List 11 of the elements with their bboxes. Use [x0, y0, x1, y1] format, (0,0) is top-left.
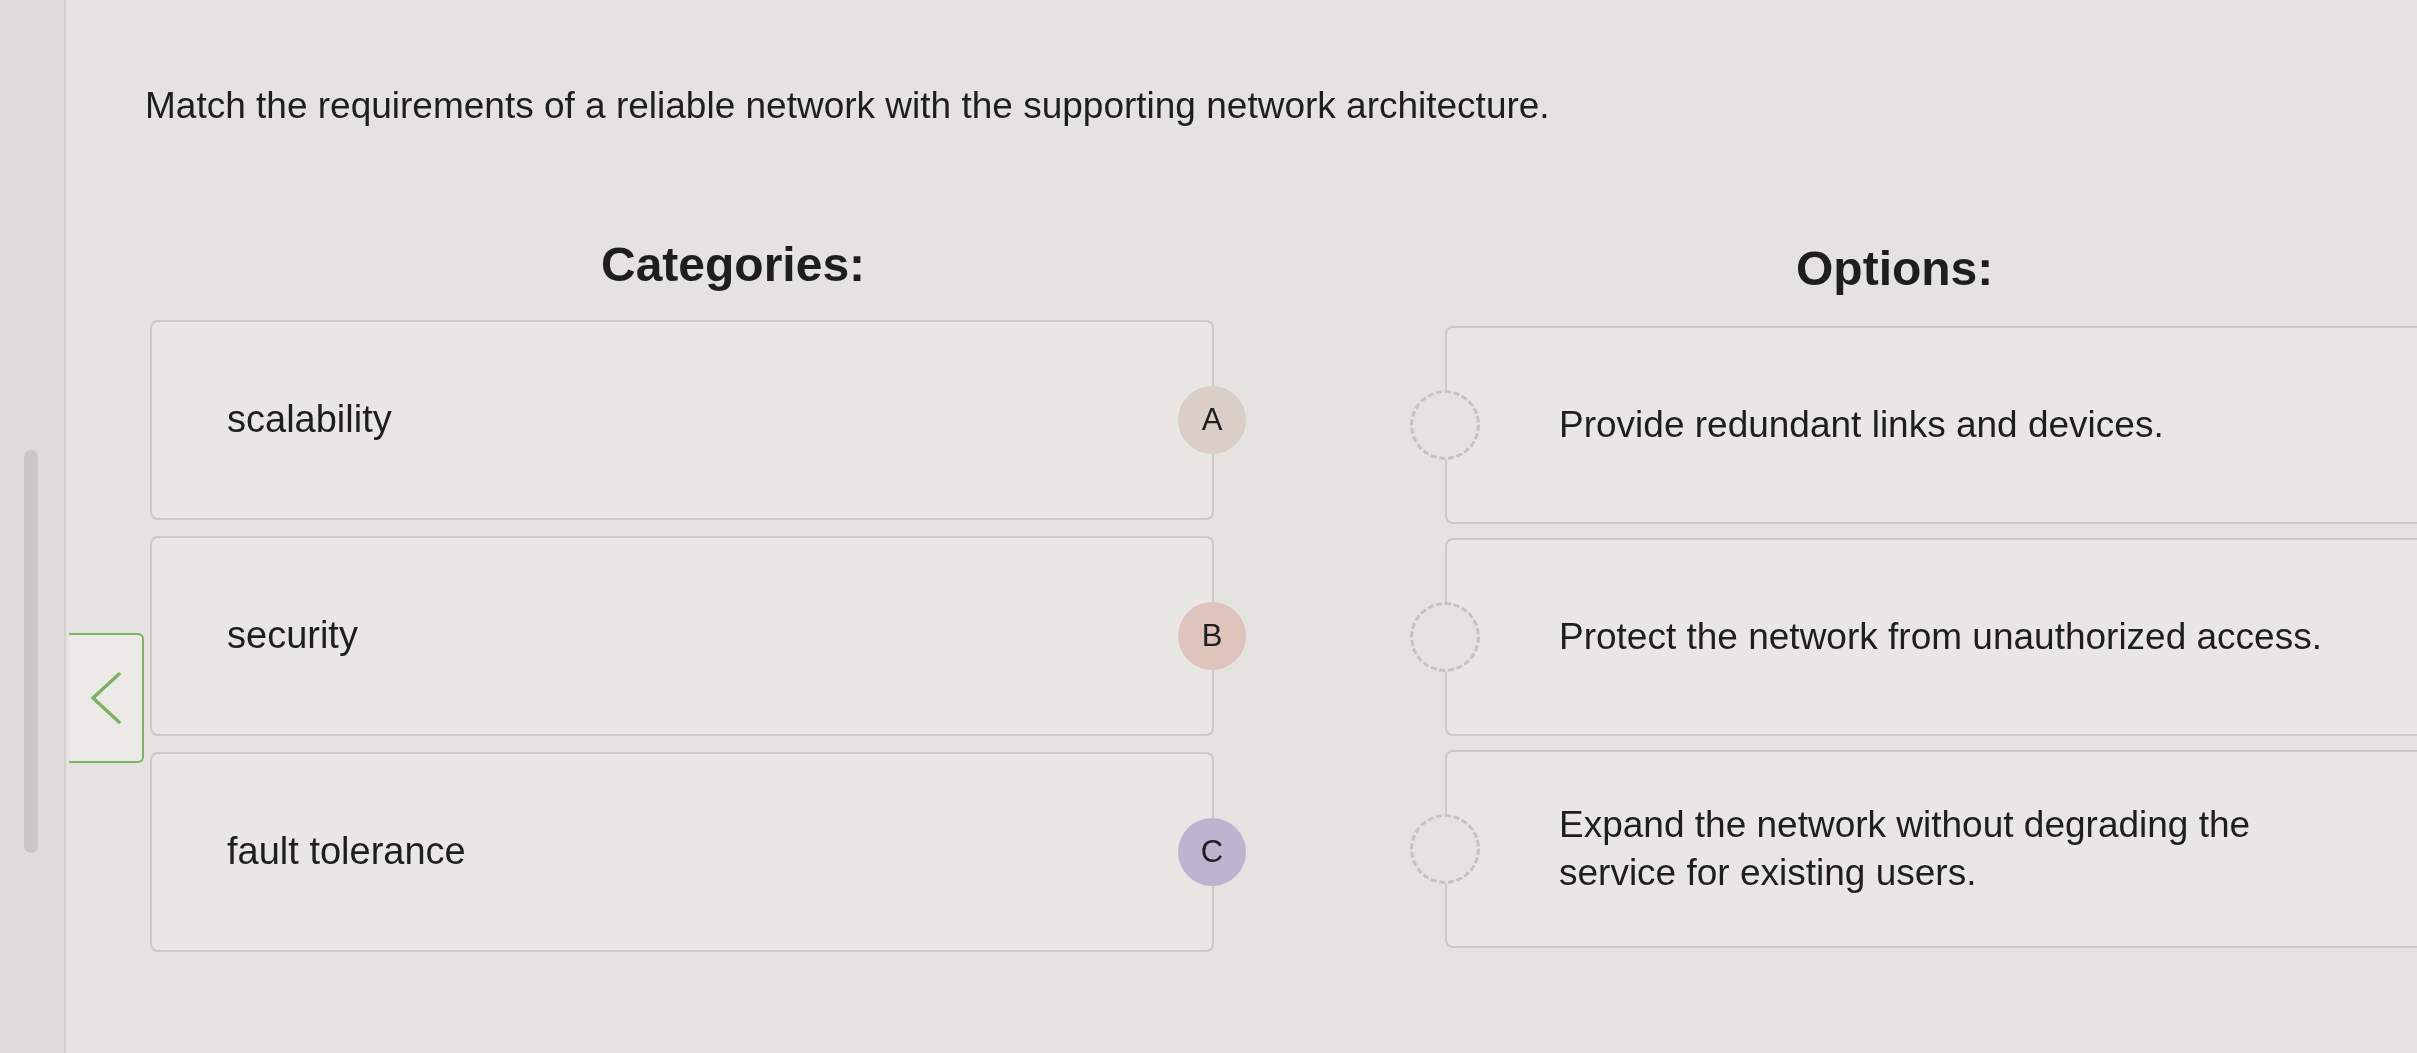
- category-label: scalability: [227, 397, 392, 443]
- option-text: Protect the network from unauthorized access.: [1559, 614, 2322, 659]
- chevron-left-icon: [89, 672, 122, 724]
- back-button[interactable]: [69, 633, 144, 763]
- categories-heading: Categories:: [601, 237, 866, 294]
- instruction-text: Match the requirements of a reliable network with the supporting network architecture.: [145, 84, 1550, 128]
- category-label: fault tolerance: [227, 829, 466, 875]
- options-heading: Options:: [1796, 241, 1994, 298]
- option-text: Expand the network without degrading the service for existing users.: [1559, 802, 2252, 895]
- category-label: security: [227, 613, 358, 659]
- option-text: Provide redundant links and devices.: [1559, 402, 2164, 447]
